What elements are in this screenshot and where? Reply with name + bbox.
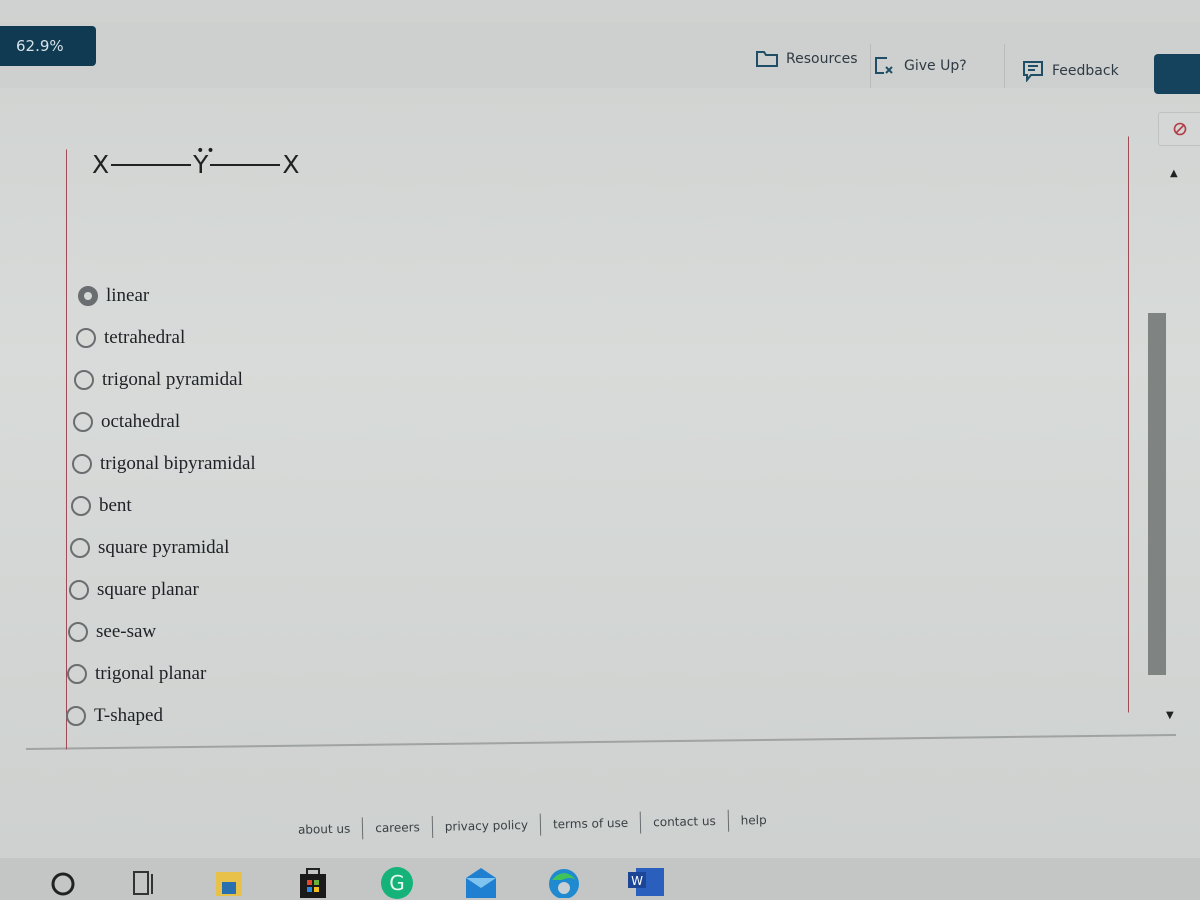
give-up-label: Give Up?	[904, 58, 967, 74]
footer-links: about us careers privacy policy terms of…	[286, 801, 807, 848]
toolbar-divider	[1004, 44, 1005, 88]
feedback-icon	[1023, 61, 1043, 82]
scroll-down-arrow[interactable]: ▼	[1166, 710, 1174, 721]
edge-icon[interactable]	[546, 866, 582, 898]
microsoft-store-icon[interactable]	[298, 866, 328, 898]
word-icon[interactable]: W	[628, 866, 666, 896]
option-label: tetrahedral	[104, 327, 186, 348]
no-entry-icon	[1173, 122, 1187, 136]
atom-right: X	[282, 150, 300, 179]
radio-button[interactable]	[74, 370, 94, 390]
footer-link-careers[interactable]: careers	[363, 820, 432, 835]
option-label: see-saw	[96, 621, 157, 642]
option-label: square planar	[97, 579, 199, 600]
task-view-icon[interactable]	[130, 866, 156, 896]
grammarly-icon[interactable]: G	[380, 866, 414, 900]
radio-button[interactable]	[68, 622, 88, 642]
search-icon[interactable]	[50, 866, 76, 896]
mail-icon[interactable]	[464, 866, 498, 898]
taskbar	[0, 858, 1200, 900]
give-up-icon	[875, 57, 893, 74]
panel-border-left	[66, 149, 67, 750]
footer-link-privacy-policy[interactable]: privacy policy	[433, 818, 540, 834]
grammarly-glyph: G	[389, 871, 405, 895]
resources-button[interactable]: Resources	[756, 50, 858, 68]
menu-button[interactable]	[1154, 54, 1200, 94]
option-bent[interactable]: bent	[71, 495, 132, 517]
radio-button[interactable]	[76, 328, 96, 348]
resources-label: Resources	[786, 51, 858, 67]
option-label: trigonal pyramidal	[102, 369, 243, 390]
footer-link-about-us[interactable]: about us	[286, 821, 363, 837]
option-label: trigonal bipyramidal	[100, 453, 256, 474]
radio-button[interactable]	[72, 454, 92, 474]
option-label: bent	[99, 495, 132, 516]
lone-pair: ••	[196, 143, 217, 159]
give-up-button[interactable]: Give Up?	[874, 56, 967, 76]
option-square-planar[interactable]: square planar	[69, 579, 199, 601]
radio-button[interactable]	[71, 496, 91, 516]
word-glyph: W	[631, 874, 643, 888]
option-trigonal-pyramidal[interactable]: trigonal pyramidal	[74, 369, 243, 391]
option-label: linear	[106, 285, 150, 306]
option-label: trigonal planar	[95, 663, 207, 684]
option-octahedral[interactable]: octahedral	[73, 411, 180, 433]
file-explorer-icon[interactable]	[214, 866, 244, 896]
option-t-shaped[interactable]: T-shaped	[66, 705, 163, 727]
atom-center: •• Y	[193, 144, 215, 179]
panel-border-right	[1128, 136, 1129, 713]
option-tetrahedral[interactable]: tetrahedral	[76, 327, 185, 349]
radio-button[interactable]	[69, 580, 89, 600]
option-label: square pyramidal	[98, 537, 230, 558]
option-trigonal-bipyramidal[interactable]: trigonal bipyramidal	[72, 453, 256, 475]
toolbar-divider	[870, 44, 871, 88]
footer-link-help[interactable]: help	[729, 813, 779, 828]
footer-link-contact-us[interactable]: contact us	[641, 814, 728, 830]
bond-right	[210, 163, 281, 166]
option-trigonal-planar[interactable]: trigonal planar	[67, 663, 206, 685]
feedback-button[interactable]: Feedback	[1022, 60, 1119, 82]
score-badge: 62.9%	[0, 26, 96, 66]
lewis-structure: X •• Y X	[92, 144, 300, 179]
option-label: T-shaped	[94, 705, 163, 726]
folder-icon	[756, 51, 778, 67]
radio-button[interactable]	[70, 538, 90, 558]
option-label: octahedral	[101, 411, 181, 432]
bond-left	[111, 163, 192, 166]
option-linear[interactable]: linear	[78, 285, 149, 307]
feedback-label: Feedback	[1052, 63, 1119, 79]
option-square-pyramidal[interactable]: square pyramidal	[70, 537, 229, 559]
radio-button[interactable]	[73, 412, 93, 432]
radio-button[interactable]	[66, 706, 86, 726]
top-toolbar	[0, 22, 1200, 88]
scrollbar-thumb[interactable]	[1148, 313, 1166, 675]
scroll-up-arrow[interactable]: ▲	[1170, 168, 1178, 179]
option-see-saw[interactable]: see-saw	[68, 621, 156, 643]
radio-button[interactable]	[78, 286, 98, 306]
question-panel	[26, 135, 1176, 750]
atom-left: X	[92, 150, 110, 179]
footer-link-terms-of-use[interactable]: terms of use	[541, 816, 640, 832]
radio-button[interactable]	[67, 664, 87, 684]
